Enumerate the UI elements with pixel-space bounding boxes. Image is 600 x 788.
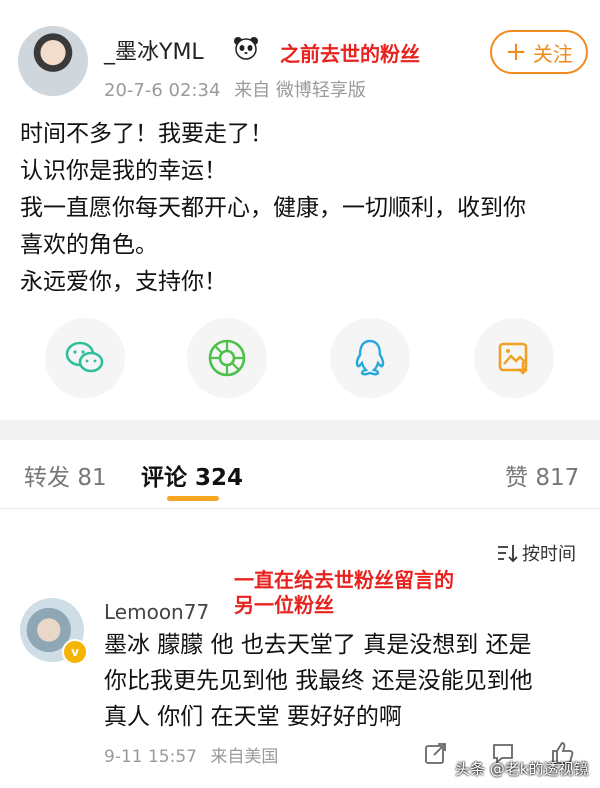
commenter-username[interactable]: Lemoon77 [104, 600, 209, 624]
plus-icon: + [505, 37, 527, 67]
tab-comments-label: 评论 [141, 465, 187, 491]
moments-icon [208, 339, 246, 377]
save-image-button[interactable] [474, 318, 554, 398]
tab-repost-count: 81 [77, 465, 107, 491]
tab-comments[interactable]: 评论 324 [141, 458, 243, 492]
comment-line: 真人 你们 在天堂 要好好的啊 [104, 704, 402, 730]
verified-badge-icon: v [62, 639, 88, 665]
post-line: 认识你是我的幸运！ [20, 158, 227, 184]
share-icon[interactable] [423, 740, 449, 766]
comment-meta: 9-11 15:57 来自美国 [104, 742, 278, 767]
post-timestamp: 20-7-6 02:34 [104, 80, 221, 101]
sort-label: 按时间 [522, 544, 576, 565]
tab-likes-count: 817 [535, 465, 580, 491]
annotation-deceased-fan: 之前去世的粉丝 [280, 42, 420, 66]
active-tab-indicator [167, 496, 219, 501]
watermark: 头条 @老k的透视镜 [455, 760, 589, 778]
post-line: 喜欢的角色。 [20, 232, 158, 258]
save-image-icon [498, 342, 528, 375]
tab-likes-label: 赞 [505, 465, 528, 491]
comment-line: 墨冰 朦朦 他 也去天堂了 真是没想到 还是 [104, 632, 532, 658]
tab-repost[interactable]: 转发 81 [24, 458, 107, 492]
share-wechat-button[interactable] [45, 318, 125, 398]
share-qq-button[interactable] [330, 318, 410, 398]
panda-icon [234, 37, 258, 60]
sort-icon [498, 545, 518, 563]
post-line: 时间不多了！我要走了！ [20, 121, 273, 147]
divider [0, 508, 600, 509]
avatar[interactable] [18, 26, 88, 96]
comment-line: 你比我更先见到他 我最终 还是没能见到他 [104, 668, 533, 694]
section-gap [0, 420, 600, 440]
comment-location: 来自美国 [210, 747, 279, 767]
post-username[interactable]: _墨冰YML [104, 34, 204, 66]
post-line: 我一直愿你每天都开心，健康，一切顺利，收到你 [20, 195, 526, 221]
annotation-line: 一直在给去世粉丝留言的 [234, 568, 454, 592]
wechat-icon [65, 341, 104, 373]
share-moments-button[interactable] [187, 318, 267, 398]
follow-button[interactable]: + 关注 [490, 30, 588, 74]
follow-label: 关注 [532, 41, 573, 66]
post-meta: 20-7-6 02:34 来自 微博轻享版 [104, 76, 366, 102]
tab-comments-count: 324 [195, 465, 244, 491]
annotation-line: 另一位粉丝 [234, 593, 334, 617]
sort-by-time-button[interactable]: 按时间 [496, 540, 576, 566]
post-source: 来自 微博轻享版 [234, 80, 366, 101]
tab-likes[interactable]: 赞 817 [505, 458, 579, 492]
comment-content: 墨冰 朦朦 他 也去天堂了 真是没想到 还是 你比我更先见到他 我最终 还是没能… [104, 627, 584, 735]
post-content: 时间不多了！我要走了！ 认识你是我的幸运！ 我一直愿你每天都开心，健康，一切顺利… [20, 116, 585, 301]
tab-repost-label: 转发 [24, 465, 70, 491]
post-line: 永远爱你，支持你！ [20, 269, 227, 295]
qq-icon [355, 339, 385, 376]
comment-timestamp: 9-11 15:57 [104, 747, 197, 767]
annotation-other-fan: 一直在给去世粉丝留言的 另一位粉丝 [234, 568, 454, 618]
